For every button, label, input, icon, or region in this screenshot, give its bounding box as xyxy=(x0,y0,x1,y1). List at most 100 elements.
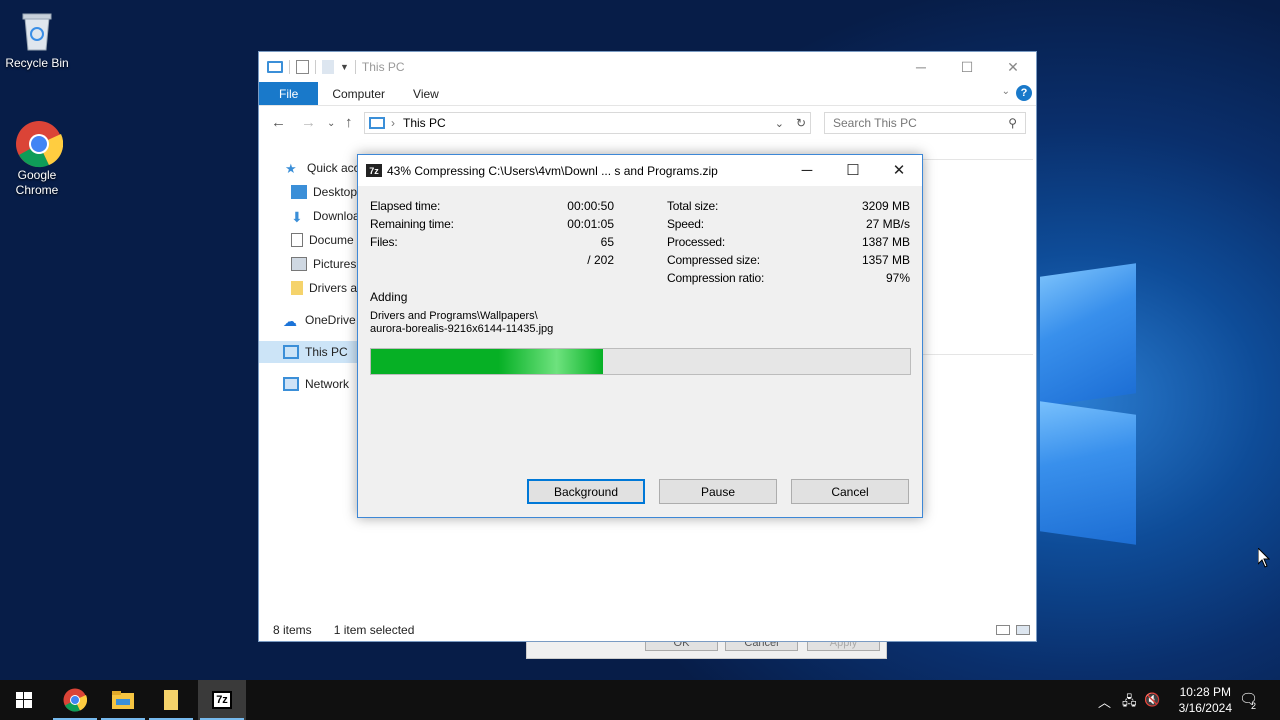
desktop-icon-recycle-bin[interactable]: Recycle Bin xyxy=(1,8,73,70)
tab-file[interactable]: File xyxy=(259,82,319,105)
view-toggle xyxy=(996,625,1030,635)
nav-item-drivers[interactable]: Drivers a xyxy=(291,277,357,299)
file-explorer-icon xyxy=(112,691,134,709)
speed-value: 27 MB/s xyxy=(865,217,910,231)
show-hidden-icons-chevron-icon[interactable]: ︿ xyxy=(1098,692,1111,711)
this-pc-icon xyxy=(369,117,385,129)
details-view-icon[interactable] xyxy=(996,625,1010,635)
nav-item-pictures[interactable]: Pictures xyxy=(291,253,356,275)
clock[interactable]: 10:28 PM 3/16/2024 xyxy=(1179,684,1232,716)
refresh-icon[interactable]: ↻ xyxy=(796,116,806,130)
minimize-button[interactable]: ─ xyxy=(784,155,830,185)
background-button[interactable]: Background xyxy=(527,479,645,504)
forward-arrow-icon[interactable]: → xyxy=(301,114,316,131)
dialog-title: 43% Compressing C:\Users\4vm\Downl ... s… xyxy=(387,163,718,178)
minimize-button[interactable]: ─ xyxy=(898,52,944,82)
up-arrow-icon[interactable]: ↑ xyxy=(345,114,353,131)
speed-label: Speed: xyxy=(667,217,704,231)
address-dropdown-icon[interactable]: ⌄ xyxy=(775,117,784,130)
remaining-time-value: 00:01:05 xyxy=(567,217,614,231)
start-button[interactable] xyxy=(0,680,48,720)
elapsed-time-value: 00:00:50 xyxy=(567,199,614,213)
close-button[interactable]: ✕ xyxy=(990,52,1036,82)
search-input[interactable]: Search This PC ⚲ xyxy=(824,112,1026,134)
recycle-bin-icon xyxy=(15,8,59,52)
nav-item-downloads[interactable]: ⬇ Downloa xyxy=(291,205,360,227)
breadcrumb-chevron-icon: › xyxy=(391,116,395,130)
expand-ribbon-icon[interactable]: ⌄ xyxy=(1002,86,1010,97)
compression-ratio-label: Compression ratio: xyxy=(667,271,765,285)
nav-item-desktop[interactable]: Desktop xyxy=(291,181,357,203)
customize-quick-access-icon[interactable]: ▼ xyxy=(340,62,349,72)
elapsed-time-label: Elapsed time: xyxy=(370,199,441,213)
new-folder-quick-icon[interactable] xyxy=(322,60,334,74)
this-pc-icon xyxy=(267,61,283,73)
maximize-button[interactable]: ☐ xyxy=(830,155,876,185)
total-size-value: 3209 MB xyxy=(861,199,910,213)
dialog-title-bar: 7z 43% Compressing C:\Users\4vm\Downl ..… xyxy=(358,155,922,186)
help-icon[interactable]: ? xyxy=(1016,85,1032,101)
ribbon-tabs: File Computer View xyxy=(259,82,1036,106)
compression-progress-bar xyxy=(370,348,911,375)
document-icon xyxy=(291,233,303,247)
pictures-icon xyxy=(291,257,307,271)
windows-logo-wallpaper xyxy=(1040,230,1260,570)
tab-computer[interactable]: Computer xyxy=(318,82,399,105)
taskbar-file-explorer[interactable] xyxy=(99,680,147,720)
taskbar-7zip[interactable]: 7z xyxy=(198,680,246,720)
close-button[interactable]: ✕ xyxy=(876,155,922,185)
compressed-size-value: 1357 MB xyxy=(861,253,910,267)
taskbar: 7z ︿ 🖧 🔇 10:28 PM 3/16/2024 🗨 2 xyxy=(0,680,1280,720)
clock-time: 10:28 PM xyxy=(1179,685,1231,699)
files-value: 65 xyxy=(600,235,614,249)
nav-item-documents[interactable]: Docume xyxy=(291,229,354,251)
recent-locations-icon[interactable]: ⌄ xyxy=(327,118,335,129)
large-icons-view-icon[interactable] xyxy=(1016,625,1030,635)
taskbar-chrome[interactable] xyxy=(51,680,99,720)
window-title: This PC xyxy=(361,60,405,74)
pause-button[interactable]: Pause xyxy=(659,479,777,504)
taskbar-folder[interactable] xyxy=(147,680,195,720)
clock-date: 3/16/2024 xyxy=(1178,701,1232,715)
address-row: ← → ⌄ ↑ › This PC ⌄ ↻ Search This PC ⚲ xyxy=(259,110,1036,136)
download-arrow-icon: ⬇ xyxy=(291,209,303,225)
nav-item-quick-access[interactable]: ★ Quick acce xyxy=(285,157,366,179)
notification-count: 2 xyxy=(1250,701,1256,711)
compression-ratio-value: 97% xyxy=(885,271,910,285)
address-text: This PC xyxy=(403,116,446,130)
network-status-icon[interactable]: 🖧 xyxy=(1122,692,1137,714)
address-bar[interactable]: › This PC ⌄ ↻ xyxy=(364,112,811,134)
files-label: Files: xyxy=(370,235,398,249)
title-bar: ▼ This PC ─ ☐ ✕ xyxy=(259,52,1036,82)
nav-item-network[interactable]: Network xyxy=(283,373,349,395)
system-tray: ︿ 🖧 🔇 10:28 PM 3/16/2024 🗨 2 xyxy=(1080,680,1280,720)
folder-icon xyxy=(164,690,178,710)
current-file-name: aurora-borealis-9216x6144-11435.jpg xyxy=(370,323,554,335)
back-arrow-icon[interactable]: ← xyxy=(271,114,286,131)
chrome-icon xyxy=(15,120,64,168)
volume-muted-icon[interactable]: 🔇 xyxy=(1144,692,1160,708)
7zip-icon: 7z xyxy=(212,691,232,709)
cancel-button[interactable]: Cancel xyxy=(791,479,909,504)
tab-view[interactable]: View xyxy=(399,82,453,105)
compress-progress-dialog: 7z 43% Compressing C:\Users\4vm\Downl ..… xyxy=(357,154,923,518)
selected-count: 1 item selected xyxy=(333,623,415,637)
properties-quick-icon[interactable] xyxy=(296,60,309,74)
total-size-label: Total size: xyxy=(667,199,719,213)
this-pc-icon xyxy=(283,345,299,359)
action-label: Adding xyxy=(370,290,408,304)
nav-item-this-pc[interactable]: This PC xyxy=(259,341,357,363)
processed-label: Processed: xyxy=(667,235,726,249)
network-icon xyxy=(283,377,299,391)
desktop-folder-icon xyxy=(291,185,307,199)
processed-value: 1387 MB xyxy=(861,235,910,249)
folder-icon xyxy=(291,281,303,295)
nav-item-onedrive[interactable]: ☁ OneDrive xyxy=(283,309,356,331)
compressed-size-label: Compressed size: xyxy=(667,253,760,267)
files-total-value: / 202 xyxy=(587,253,614,267)
desktop-icon-label: Google Chrome xyxy=(15,168,59,197)
desktop-icon-google-chrome[interactable]: Google Chrome xyxy=(1,120,73,198)
status-bar: 8 items 1 item selected xyxy=(273,623,414,637)
mouse-cursor xyxy=(1257,546,1271,571)
maximize-button[interactable]: ☐ xyxy=(944,52,990,82)
